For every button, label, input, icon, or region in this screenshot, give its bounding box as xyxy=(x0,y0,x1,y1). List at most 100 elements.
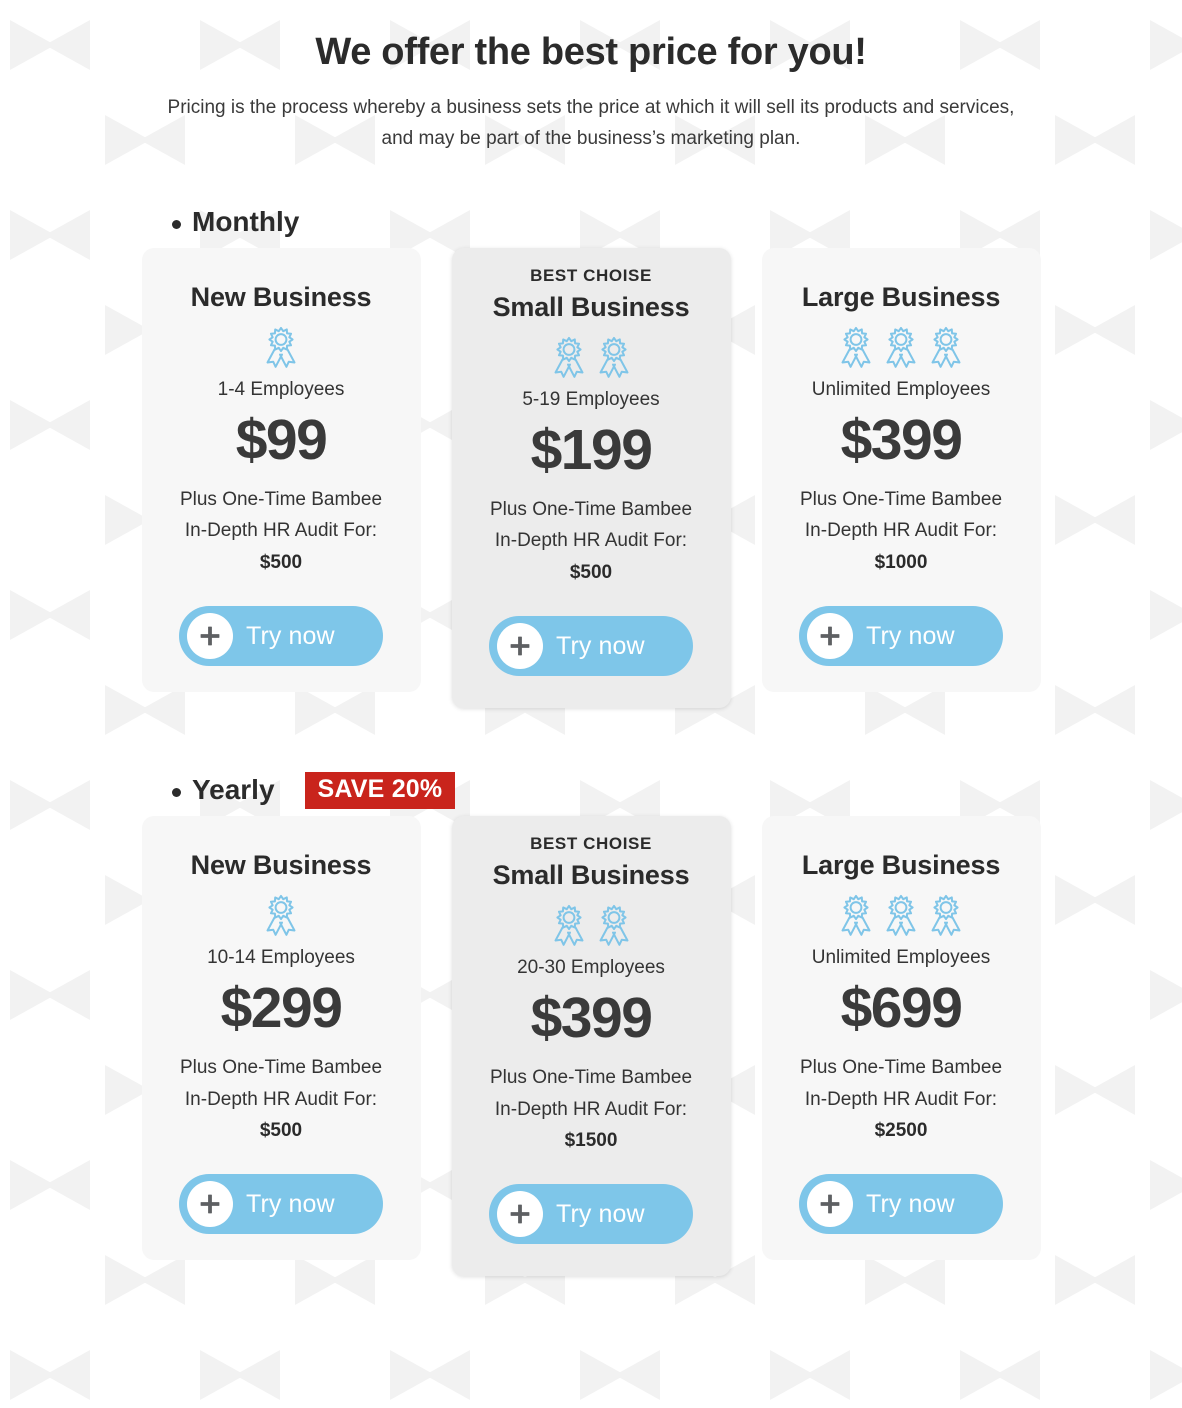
bullet-dot-icon xyxy=(172,219,181,229)
award-ribbon-icon xyxy=(266,327,296,369)
award-ribbon-icon xyxy=(886,895,916,937)
pricing-page: We offer the best price for you! Pricing… xyxy=(0,0,1182,1408)
award-ribbon-icon xyxy=(841,895,871,937)
plan-price: $399 xyxy=(840,408,963,473)
try-now-button[interactable]: Try now xyxy=(489,1184,693,1245)
try-now-button[interactable]: Try now xyxy=(799,606,1003,667)
award-ribbon-icon xyxy=(931,327,961,369)
plan-audit-line1: Plus One-Time Bambee xyxy=(489,1066,693,1088)
plan-card-small-business-monthly[interactable]: BEST CHOISE Small Business 5-19 Employee… xyxy=(451,248,731,709)
save-badge: SAVE 20% xyxy=(304,771,456,809)
pricing-sections: Monthly New Business 1-4 Employees $99 P… xyxy=(0,196,1182,1277)
try-now-label: Try now xyxy=(246,1189,335,1218)
page-header: We offer the best price for you! Pricing… xyxy=(0,0,1182,154)
award-ribbon-icon-group xyxy=(259,892,303,938)
plan-audit-line1: Plus One-Time Bambee xyxy=(179,1056,383,1078)
try-now-label: Try now xyxy=(556,1199,645,1228)
plan-card-large-business-yearly[interactable]: Large Business Unlimited Employees $699 … xyxy=(761,816,1041,1261)
plan-title: New Business xyxy=(190,850,372,881)
try-now-button[interactable]: Try now xyxy=(799,1174,1003,1235)
plan-audit-price: $500 xyxy=(569,562,613,584)
bullet-dot-icon xyxy=(172,787,181,797)
plan-audit-line2: In-Depth HR Audit For: xyxy=(184,520,378,542)
plan-audit-note: Plus One-Time Bambee In-Depth HR Audit F… xyxy=(180,484,382,548)
plus-icon xyxy=(807,1181,853,1228)
section-label-text: Yearly xyxy=(192,774,275,806)
award-ribbon-icon-group xyxy=(834,892,968,938)
plan-employees: 1-4 Employees xyxy=(217,379,345,401)
plan-audit-price: $500 xyxy=(259,552,303,574)
plan-title: Small Business xyxy=(492,860,690,891)
award-ribbon-icon xyxy=(841,327,871,369)
award-ribbon-icon xyxy=(554,337,583,379)
plan-audit-price: $2500 xyxy=(874,1120,928,1142)
try-now-button[interactable]: Try now xyxy=(179,1174,383,1235)
try-now-label: Try now xyxy=(556,631,645,660)
plus-icon xyxy=(497,623,543,670)
best-choice-tag: BEST CHOISE xyxy=(530,834,652,854)
plan-audit-note: Plus One-Time Bambee In-Depth HR Audit F… xyxy=(180,1052,382,1116)
section-label-yearly: Yearly xyxy=(172,774,275,806)
try-now-label: Try now xyxy=(866,1189,955,1218)
section-label-monthly: Monthly xyxy=(172,206,299,238)
section-header: Monthly xyxy=(0,196,1182,248)
plan-employees: Unlimited Employees xyxy=(811,379,991,401)
plus-icon xyxy=(497,1191,543,1238)
plan-card-new-business-monthly[interactable]: New Business 1-4 Employees $99 Plus One-… xyxy=(141,248,421,693)
plan-card-small-business-yearly[interactable]: BEST CHOISE Small Business 20-30 Employe… xyxy=(451,816,731,1277)
plus-icon xyxy=(187,613,233,660)
award-ribbon-icon xyxy=(931,895,961,937)
plan-card-row: New Business 1-4 Employees $99 Plus One-… xyxy=(0,248,1182,709)
plan-title: Small Business xyxy=(492,292,690,323)
plan-price: $299 xyxy=(220,976,343,1041)
award-ribbon-icon-group xyxy=(259,324,303,370)
plan-price: $399 xyxy=(530,986,653,1051)
award-ribbon-icon-group xyxy=(547,902,636,948)
plan-employees: 20-30 Employees xyxy=(517,957,665,979)
section-header: Yearly SAVE 20% xyxy=(0,764,1182,816)
plus-icon xyxy=(807,613,853,660)
award-ribbon-icon xyxy=(599,337,628,379)
plan-audit-price: $1500 xyxy=(564,1130,618,1152)
plan-audit-note: Plus One-Time Bambee In-Depth HR Audit F… xyxy=(490,1062,692,1126)
plan-employees: 5-19 Employees xyxy=(522,389,660,411)
plan-price: $199 xyxy=(530,418,653,483)
plan-audit-line1: Plus One-Time Bambee xyxy=(489,498,693,520)
plan-audit-line2: In-Depth HR Audit For: xyxy=(184,1088,378,1110)
plan-audit-line1: Plus One-Time Bambee xyxy=(799,1056,1003,1078)
plan-audit-price: $500 xyxy=(259,1120,303,1142)
plan-audit-line2: In-Depth HR Audit For: xyxy=(804,520,998,542)
plan-audit-line1: Plus One-Time Bambee xyxy=(179,488,383,510)
plan-audit-line2: In-Depth HR Audit For: xyxy=(804,1088,998,1110)
pricing-section-monthly: Monthly New Business 1-4 Employees $99 P… xyxy=(0,196,1182,709)
page-title: We offer the best price for you! xyxy=(315,31,867,73)
section-label-text: Monthly xyxy=(192,206,300,238)
try-now-button[interactable]: Try now xyxy=(179,606,383,667)
plan-audit-note: Plus One-Time Bambee In-Depth HR Audit F… xyxy=(800,484,1002,548)
plan-employees: Unlimited Employees xyxy=(811,947,991,969)
plus-icon xyxy=(187,1181,233,1228)
plan-audit-line2: In-Depth HR Audit For: xyxy=(494,1098,688,1120)
plan-audit-note: Plus One-Time Bambee In-Depth HR Audit F… xyxy=(490,494,692,558)
award-ribbon-icon-group xyxy=(547,334,636,380)
try-now-label: Try now xyxy=(866,621,955,650)
page-subtitle: Pricing is the process whereby a busines… xyxy=(167,96,1015,149)
pricing-section-yearly: Yearly SAVE 20% New Business 10-14 Emplo… xyxy=(0,764,1182,1277)
plan-title: New Business xyxy=(190,282,372,313)
try-now-button[interactable]: Try now xyxy=(489,616,693,677)
plan-card-new-business-yearly[interactable]: New Business 10-14 Employees $299 Plus O… xyxy=(141,816,421,1261)
award-ribbon-icon xyxy=(266,895,296,937)
award-ribbon-icon xyxy=(554,905,583,947)
plan-title: Large Business xyxy=(801,850,1001,881)
award-ribbon-icon xyxy=(599,905,628,947)
plan-audit-line2: In-Depth HR Audit For: xyxy=(494,530,688,552)
plan-audit-note: Plus One-Time Bambee In-Depth HR Audit F… xyxy=(800,1052,1002,1116)
award-ribbon-icon xyxy=(886,327,916,369)
plan-title: Large Business xyxy=(801,282,1001,313)
best-choice-tag: BEST CHOISE xyxy=(530,266,652,286)
plan-price: $99 xyxy=(235,408,328,473)
plan-price: $699 xyxy=(840,976,963,1041)
plan-audit-line1: Plus One-Time Bambee xyxy=(799,488,1003,510)
plan-card-large-business-monthly[interactable]: Large Business Unlimited Employees $399 … xyxy=(761,248,1041,693)
award-ribbon-icon-group xyxy=(834,324,968,370)
